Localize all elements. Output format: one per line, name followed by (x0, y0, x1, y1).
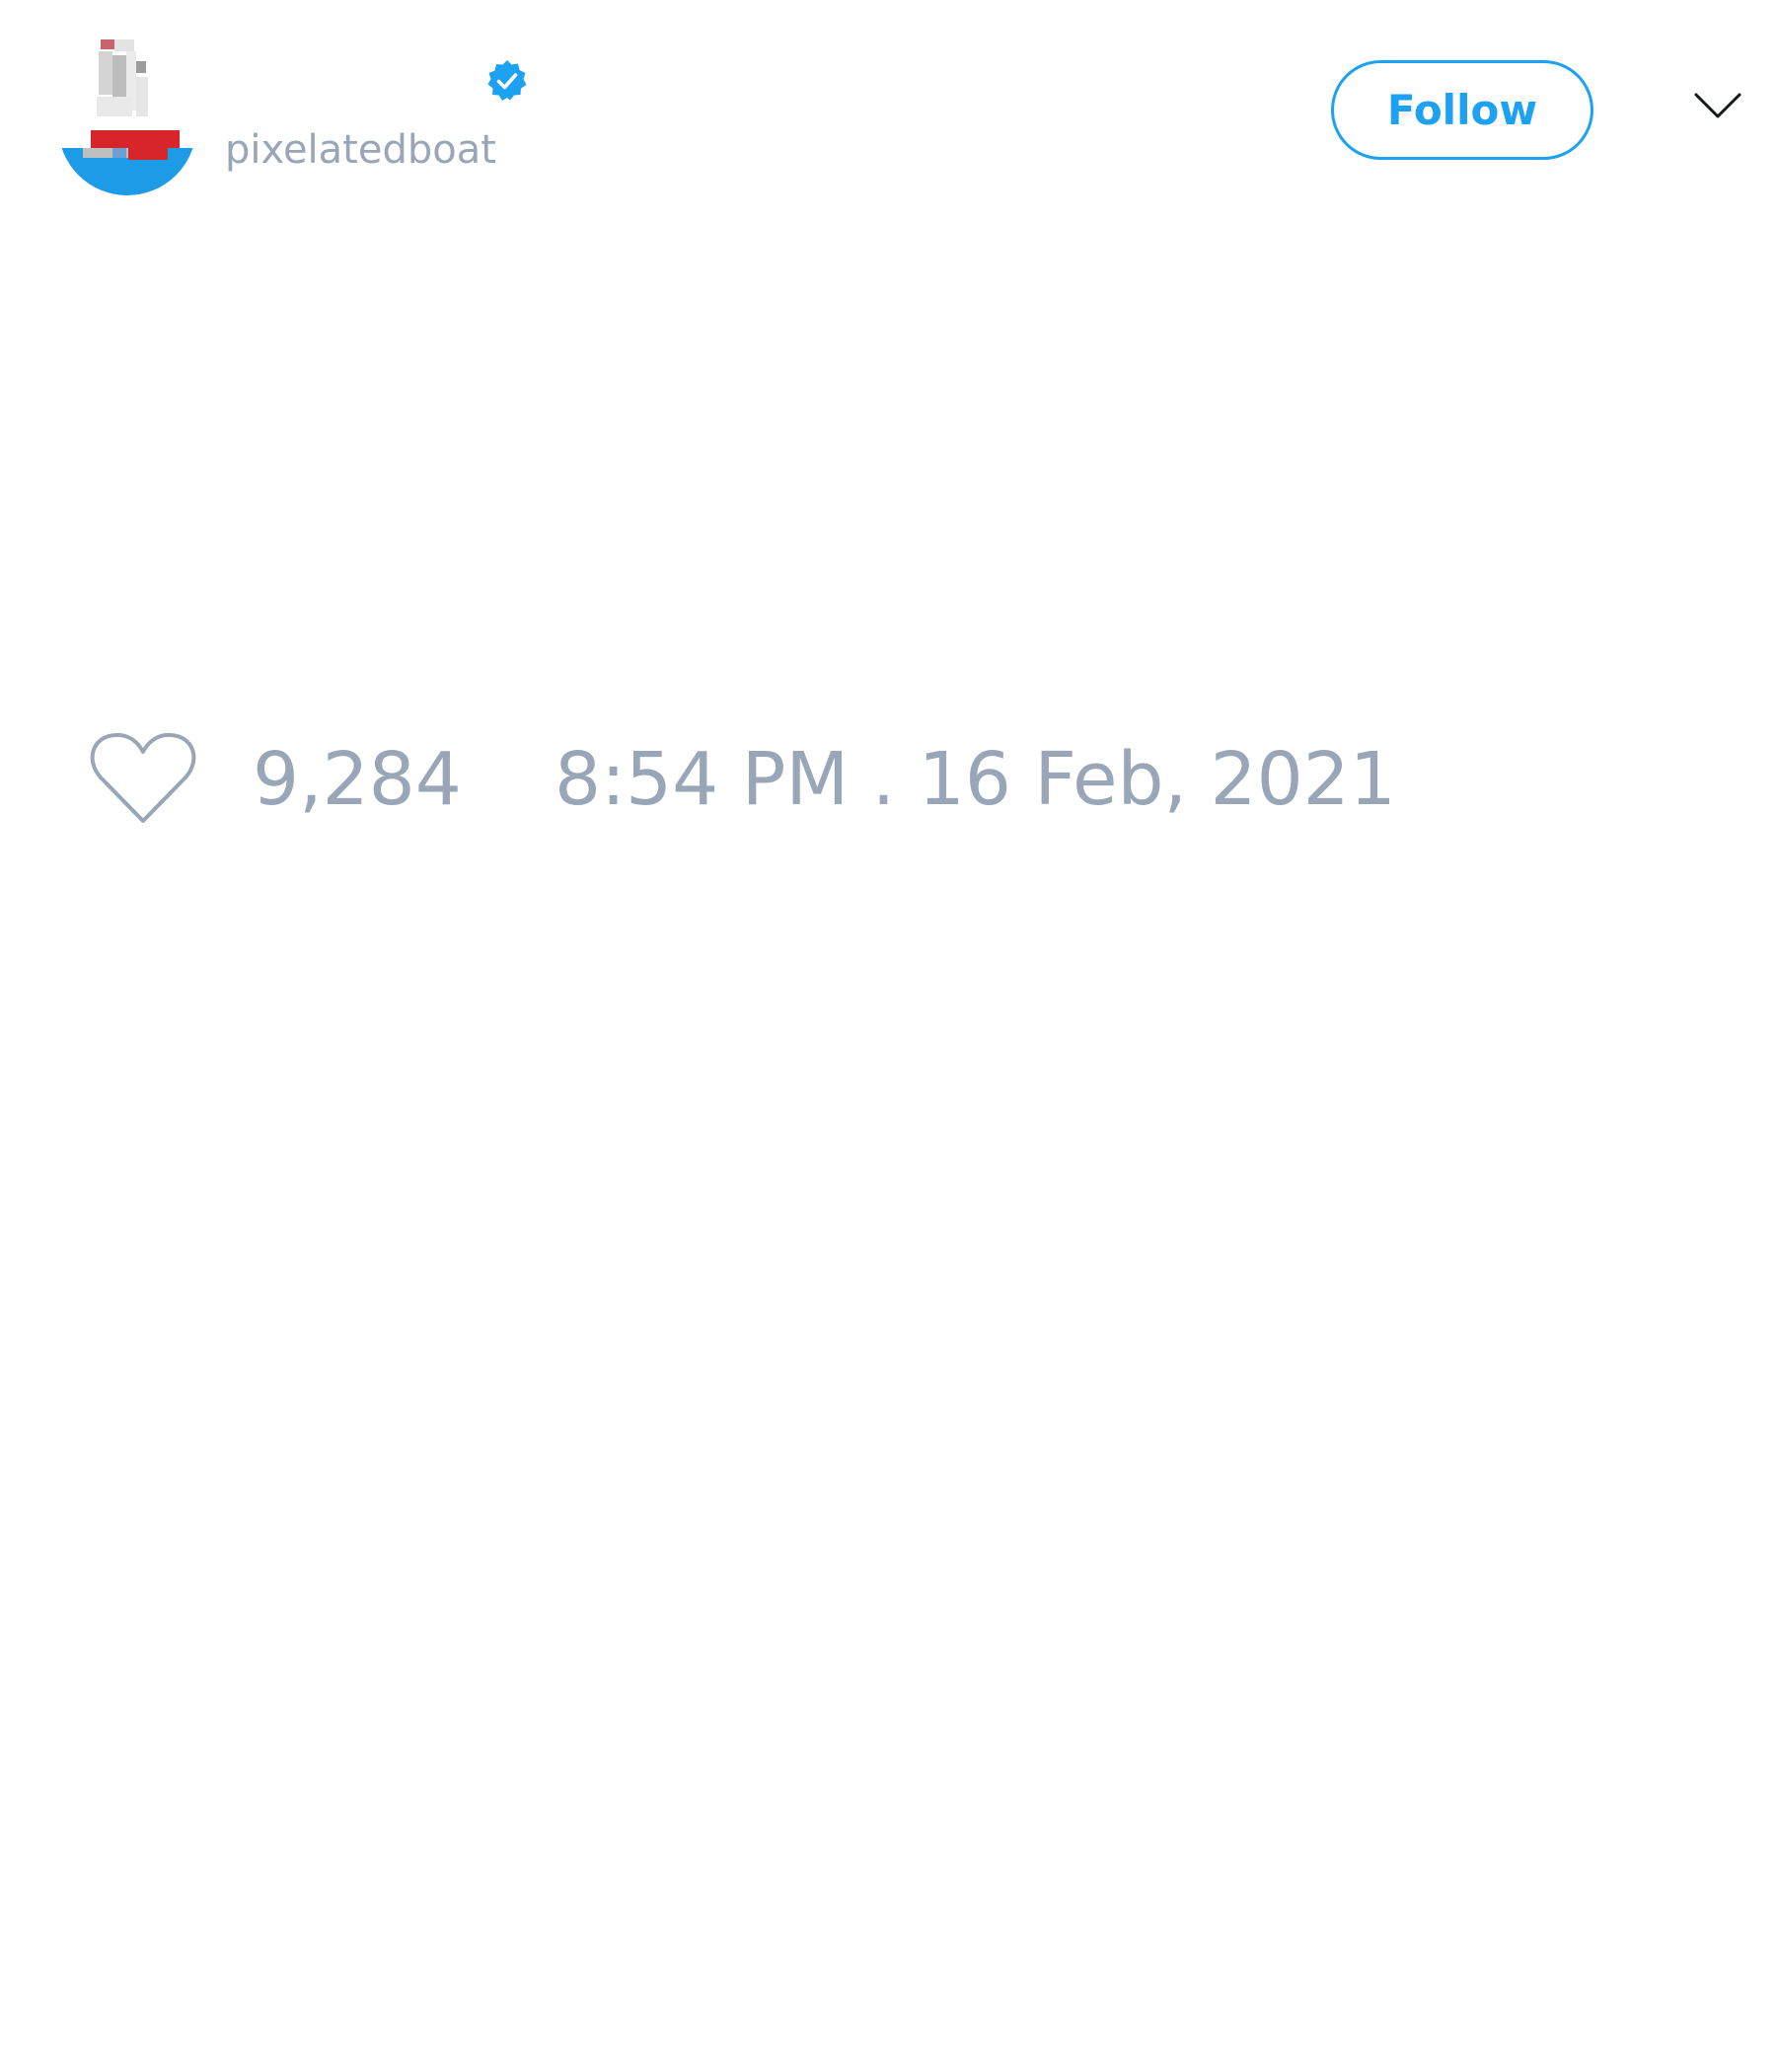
chevron-down-icon[interactable] (1693, 91, 1742, 120)
author-handle[interactable]: pixelatedboat (225, 126, 496, 174)
verified-badge-icon (487, 60, 527, 101)
follow-button[interactable]: Follow (1331, 60, 1593, 160)
heart-icon[interactable] (89, 730, 197, 827)
tweet-timestamp[interactable]: 8:54 PM . 16 Feb, 2021 (555, 738, 1396, 821)
like-count: 9,284 (253, 737, 462, 822)
pixel-boat-avatar-icon (58, 39, 196, 195)
avatar[interactable] (53, 37, 201, 195)
